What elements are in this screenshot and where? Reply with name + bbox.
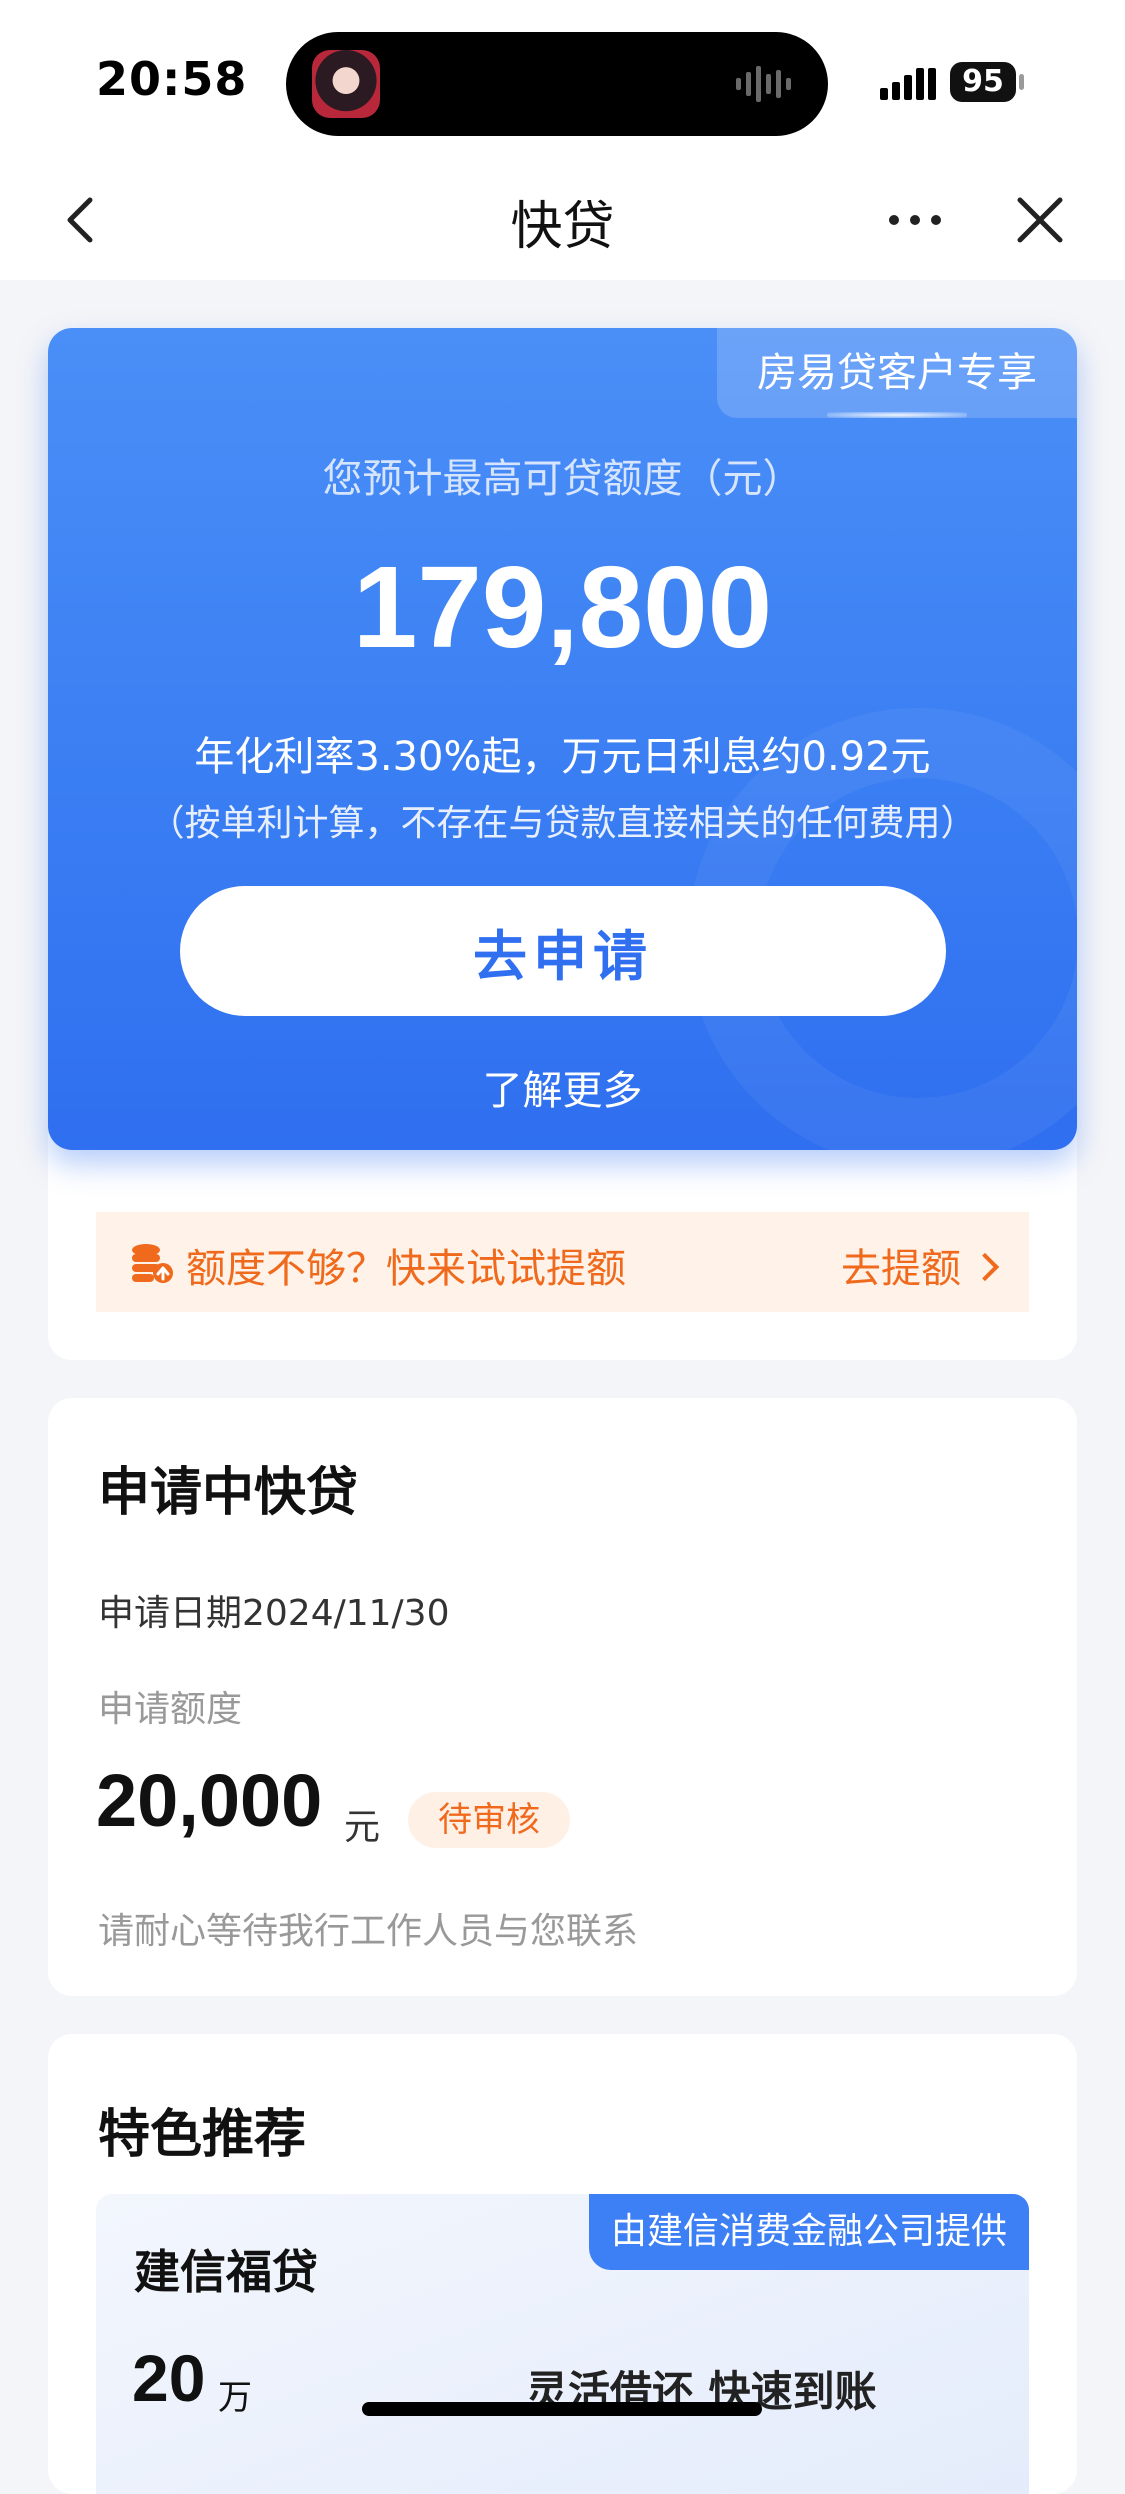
application-status-card: 申请中快贷 申请日期2024/11/30 申请额度 20,000 元 待审核 请… <box>48 1398 1077 1996</box>
audio-wave-icon <box>736 66 791 102</box>
product-name: 建信福贷 <box>134 2245 318 2299</box>
increase-limit-link[interactable]: 去提额 <box>841 1236 1000 1294</box>
battery-tip <box>1019 74 1024 90</box>
chevron-right-icon <box>970 1252 1000 1282</box>
increase-limit-link-label: 去提额 <box>841 1246 961 1292</box>
application-hint: 请耐心等待我行工作人员与您联系 <box>98 1911 639 1952</box>
close-icon[interactable] <box>1010 190 1070 250</box>
app-avatar-icon <box>312 50 380 118</box>
product-card[interactable]: 由建信消费金融公司提供 建信福贷 20 万 灵活借还 快速到账 <box>96 2194 1029 2494</box>
exclusive-badge: 房易贷客户专享 <box>717 328 1077 418</box>
provider-badge: 由建信消费金融公司提供 <box>589 2194 1029 2270</box>
limit-label: 您预计最高可贷额度（元） <box>322 456 803 502</box>
section-title: 申请中快贷 <box>98 1463 359 1523</box>
application-amount-unit: 元 <box>344 1807 381 1848</box>
page-title: 快贷 <box>510 197 615 257</box>
cellular-signal-icon <box>880 68 936 100</box>
navigation-bar: 快贷 <box>0 160 1125 280</box>
limit-amount: 179,800 <box>352 542 773 672</box>
battery-icon: 95 <box>950 62 1016 102</box>
more-options-icon[interactable] <box>880 190 950 250</box>
learn-more-link[interactable]: 了解更多 <box>48 1058 1077 1116</box>
status-bar: 20:58 95 <box>0 0 1125 160</box>
recommendation-card: 特色推荐 由建信消费金融公司提供 建信福贷 20 万 灵活借还 快速到账 <box>48 2034 1077 2494</box>
interest-rate-text: 年化利率3.30%起，万元日利息约0.92元 <box>194 734 931 780</box>
badge-glow <box>827 412 967 418</box>
application-amount: 20,000 <box>96 1759 323 1842</box>
application-date: 申请日期2024/11/30 <box>98 1593 450 1634</box>
interest-note: （按单利计算，不存在与贷款直接相关的任何费用） <box>148 803 977 844</box>
loan-limit-panel: 房易贷客户专享 您预计最高可贷额度（元） 179,800 年化利率3.30%起，… <box>48 328 1077 1150</box>
product-amount: 20 <box>132 2341 206 2415</box>
increase-limit-text: 额度不够？快来试试提额 <box>186 1246 626 1292</box>
dynamic-island <box>286 32 828 136</box>
apply-button[interactable]: 去申请 <box>180 886 946 1016</box>
increase-limit-banner[interactable]: 额度不够？快来试试提额 去提额 <box>96 1212 1029 1312</box>
home-indicator[interactable] <box>362 2402 762 2416</box>
coin-stack-icon <box>132 1244 173 1283</box>
status-badge: 待审核 <box>408 1792 570 1848</box>
section-title: 特色推荐 <box>98 2105 307 2165</box>
application-amount-label: 申请额度 <box>98 1689 243 1730</box>
status-time: 20:58 <box>96 52 248 106</box>
product-amount-unit: 万 <box>218 2378 252 2418</box>
